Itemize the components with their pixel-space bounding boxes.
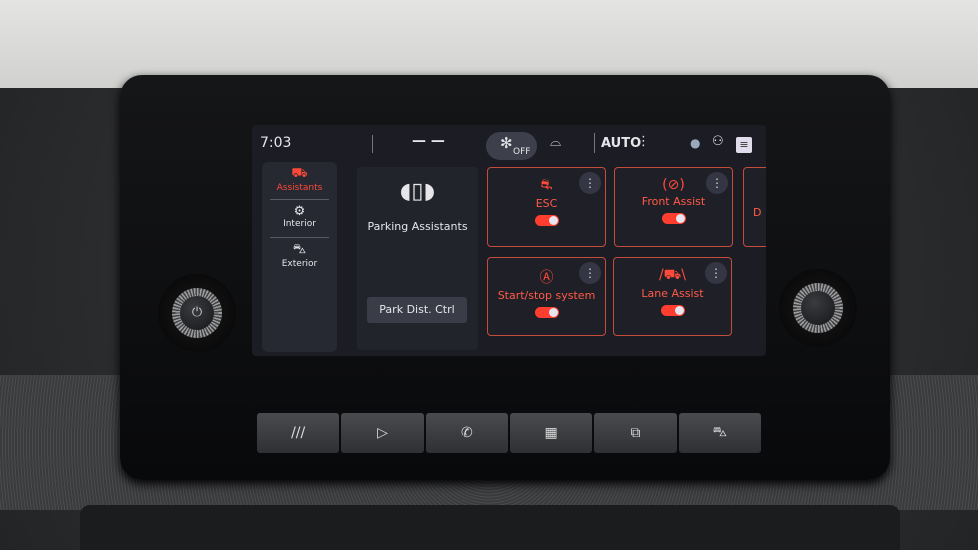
sidebar-item-exterior[interactable]: ⛍ Exterior (270, 238, 329, 276)
sidebar-item-label: Interior (283, 219, 316, 229)
menu-button[interactable]: /// (257, 413, 340, 453)
front-assist-toggle[interactable] (661, 213, 686, 224)
more-options-icon[interactable]: ⋮ (579, 262, 601, 284)
park-dist-ctrl-button[interactable]: Park Dist. Ctrl (367, 297, 467, 323)
tile-front-assist[interactable]: ⋮ (⊘) Front Assist (614, 167, 733, 247)
tile-label: D (753, 206, 762, 219)
divider (594, 133, 595, 153)
fan-status: OFF (513, 147, 531, 157)
sidebar-item-label: Assistants (276, 183, 323, 193)
tile-lane-assist[interactable]: ⋮/⛟\ Lane Assist (613, 257, 732, 336)
phone-button[interactable]: ✆ (425, 413, 508, 453)
esc-toggle[interactable] (534, 215, 559, 226)
apps-button[interactable]: ▦ (509, 413, 593, 453)
tile-esc[interactable]: ⋮ ⛐ ESC (487, 167, 606, 247)
tile-label: Front Assist (641, 195, 706, 208)
fan-button[interactable]: ✻ OFF (486, 132, 537, 160)
clock: 7:03 (260, 135, 292, 151)
tile-label: Start/stop system (497, 289, 596, 302)
more-options-icon[interactable]: ⋮ (705, 262, 727, 284)
menu-icon: /// (291, 425, 306, 441)
tile-start-stop[interactable]: ⋮ Ⓐ Start/stop system (487, 257, 606, 336)
more-options-icon[interactable]: ⋮ (706, 172, 728, 194)
start-stop-toggle[interactable] (534, 307, 559, 318)
tile-label: Lane Assist (641, 287, 704, 300)
globe-icon[interactable]: ● (690, 136, 700, 150)
car-settings-button[interactable]: ⧉ (594, 413, 677, 453)
apps-icon: ▦ (544, 425, 558, 441)
interior-icon: ⚙ (293, 204, 306, 219)
car-assist-icon: ⛟ (291, 166, 308, 181)
media-button[interactable]: ▷ (341, 413, 424, 453)
tile-label: ESC (535, 197, 558, 210)
exterior-icon: ⛍ (292, 242, 307, 257)
climate-auto-button[interactable]: AUTO (601, 136, 641, 151)
play-icon: ▷ (377, 425, 388, 441)
hardware-button-row: /// ▷ ✆ ▦ ⧉ ⛍ (257, 413, 761, 453)
power-volume-knob[interactable]: ⏻ (158, 274, 236, 352)
car-settings-icon: ⧉ (630, 425, 641, 441)
climate-more-icon[interactable]: ⋮ (637, 134, 650, 149)
lane-assist-toggle[interactable] (660, 305, 685, 316)
tuning-knob[interactable] (779, 269, 857, 347)
fan-icon: ✻ (500, 134, 513, 152)
sidebar: ⛟ Assistants ⚙ Interior ⛍ Exterior (262, 162, 337, 352)
sidebar-item-assistants[interactable]: ⛟ Assistants (270, 162, 329, 200)
status-bar: 7:03 — — ✻ OFF ⌓ AUTO ⋮ ● ⚇ ≡ (252, 125, 766, 163)
sidebar-item-label: Exterior (281, 259, 318, 269)
parking-title: Parking Assistants (367, 220, 468, 233)
divider (372, 135, 373, 153)
power-icon: ⏻ (180, 296, 214, 330)
sidebar-item-interior[interactable]: ⚙ Interior (270, 200, 329, 238)
temperature-readout[interactable]: — — (412, 133, 445, 149)
vehicle-button[interactable]: ⛍ (678, 413, 761, 453)
parking-assistants-panel[interactable]: ◖▯◗ Parking Assistants Park Dist. Ctrl (357, 167, 478, 350)
parking-sensor-icon: ◖▯◗ (399, 179, 436, 204)
phone-icon: ✆ (460, 425, 473, 441)
tile-partial[interactable]: D (743, 167, 766, 247)
menu-icon[interactable]: ≡ (736, 137, 752, 153)
vehicle-icon: ⛍ (712, 424, 728, 440)
more-options-icon[interactable]: ⋮ (579, 172, 601, 194)
lower-console (80, 505, 900, 550)
air-recirculation-icon[interactable]: ⌓ (550, 134, 561, 150)
driver-profile-icon[interactable]: ⚇ (712, 134, 724, 149)
touchscreen: 7:03 — — ✻ OFF ⌓ AUTO ⋮ ● ⚇ ≡ ⛟ Assistant… (252, 125, 766, 356)
